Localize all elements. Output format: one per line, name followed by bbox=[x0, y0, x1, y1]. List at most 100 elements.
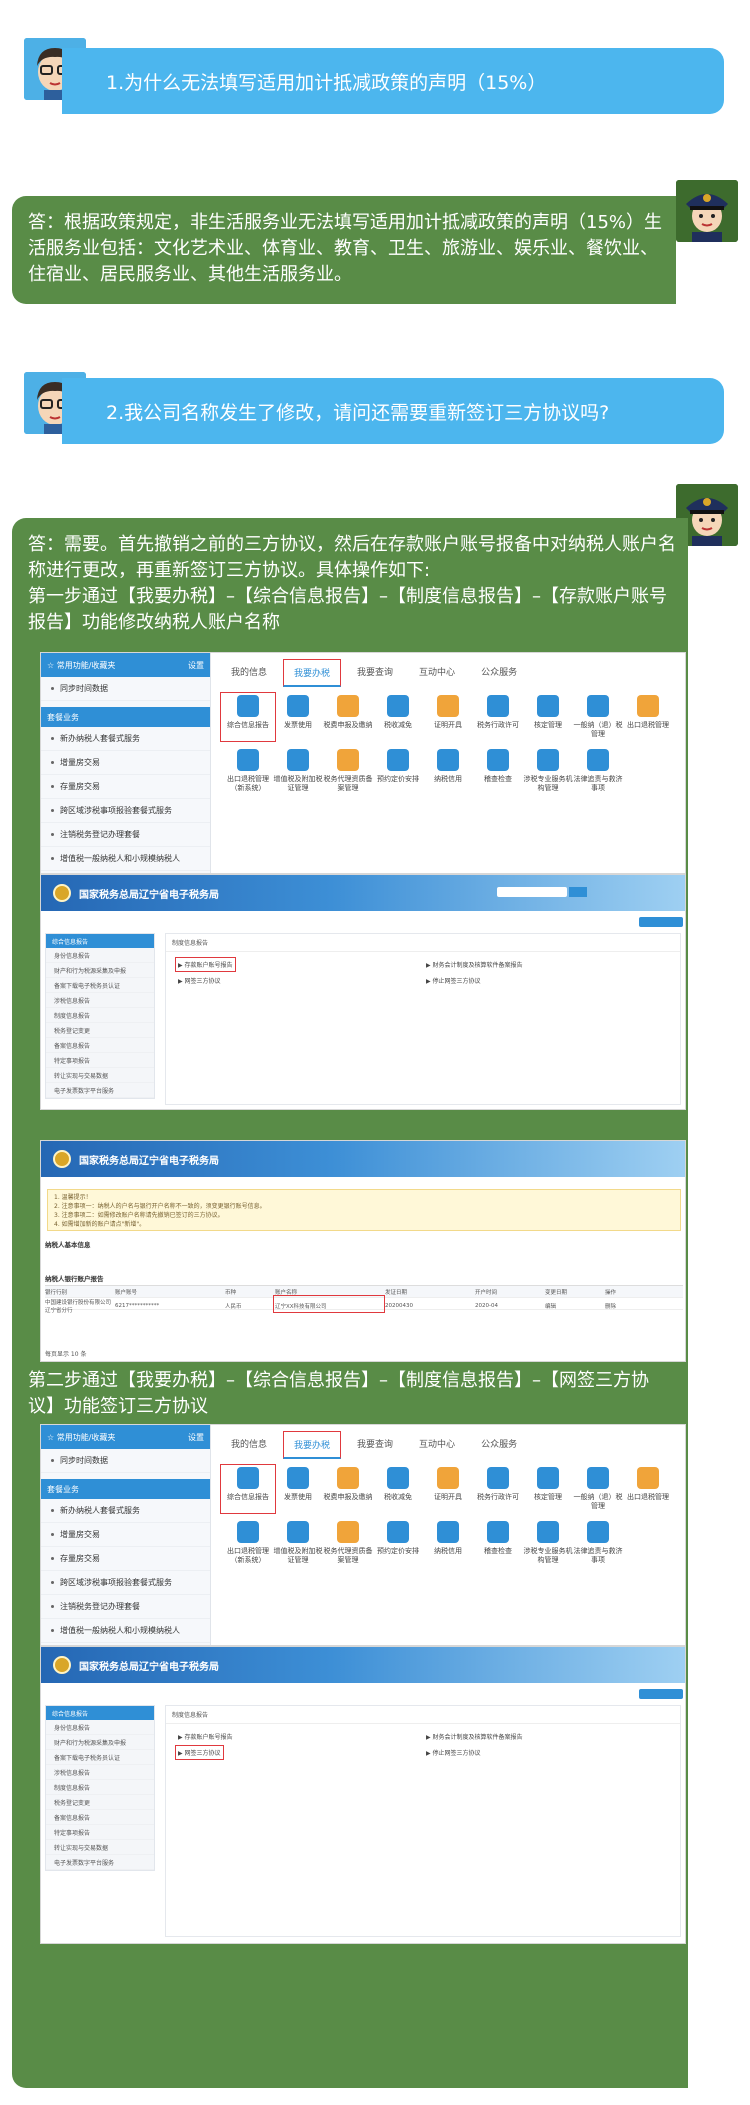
finance-system-report-link[interactable]: ▶ 财务会计制度及核算软件备案报告 bbox=[426, 960, 523, 969]
admin-permit-button[interactable]: 税务行政许可 bbox=[473, 695, 523, 739]
pricing-arrangement-button[interactable]: 预约定价安排 bbox=[373, 1521, 423, 1565]
tab-query[interactable]: 我要查询 bbox=[347, 1431, 403, 1459]
export-refund-new-button[interactable]: 出口退税管理（新系统） bbox=[223, 749, 273, 793]
certificate-button[interactable]: 证明开具 bbox=[423, 695, 473, 739]
inspection-button[interactable]: 稽查检查 bbox=[473, 749, 523, 793]
sidebar-item[interactable]: 注销税务登记办理套餐 bbox=[41, 823, 210, 847]
search-input[interactable] bbox=[497, 887, 567, 897]
refund-management-button[interactable]: 一般纳（退）税管理 bbox=[573, 1467, 623, 1511]
invoice-use-button[interactable]: 发票使用 bbox=[273, 695, 323, 739]
vat-certificate-button[interactable]: 增值税及附加税证管理 bbox=[273, 749, 323, 793]
left-menu-item[interactable]: 涉税信息报告 bbox=[46, 993, 154, 1008]
sidebar-item[interactable]: 注销税务登记办理套餐 bbox=[41, 1595, 210, 1619]
tax-declaration-button[interactable]: 税费申报及缴纳 bbox=[323, 1467, 373, 1511]
tax-reduction-button[interactable]: 税收减免 bbox=[373, 695, 423, 739]
tax-credit-button[interactable]: 纳税信用 bbox=[423, 1521, 473, 1565]
deposit-account-report-link[interactable]: ▶ 存款账户账号报告 bbox=[175, 957, 236, 972]
tab-query[interactable]: 我要查询 bbox=[347, 659, 403, 687]
tab-my-info[interactable]: 我的信息 bbox=[221, 1431, 277, 1459]
tab-interaction[interactable]: 互动中心 bbox=[409, 659, 465, 687]
tripartite-agreement-link[interactable]: ▶ 网签三方协议 bbox=[178, 976, 221, 985]
agent-qualification-button[interactable]: 税务代理资质备案管理 bbox=[323, 1521, 373, 1565]
stop-tripartite-agreement-link[interactable]: ▶ 停止网签三方协议 bbox=[426, 976, 481, 985]
sidebar-item[interactable]: 存量房交易 bbox=[41, 1547, 210, 1571]
sidebar-setting[interactable]: 设置 bbox=[188, 660, 204, 671]
refund-management-button[interactable]: 一般纳（退）税管理 bbox=[573, 695, 623, 739]
sidebar-item[interactable]: 增量房交易 bbox=[41, 1523, 210, 1547]
tax-reduction-button[interactable]: 税收减免 bbox=[373, 1467, 423, 1511]
export-refund-button[interactable]: 出口退税管理 bbox=[623, 695, 673, 739]
left-menu-item[interactable]: 制度信息报告 bbox=[46, 1780, 154, 1795]
sidebar-item[interactable]: 存量房交易 bbox=[41, 775, 210, 799]
finance-system-report-link[interactable]: ▶ 财务会计制度及核算软件备案报告 bbox=[426, 1732, 523, 1741]
sidebar-item[interactable]: 增量房交易 bbox=[41, 751, 210, 775]
sidebar-item[interactable]: 增值税一般纳税人和小规模纳税人 bbox=[41, 847, 210, 871]
left-menu-item[interactable]: 制度信息报告 bbox=[46, 1008, 154, 1023]
sidebar-setting[interactable]: 设置 bbox=[188, 1432, 204, 1443]
tab-public-service[interactable]: 公众服务 bbox=[471, 1431, 527, 1459]
tab-tax-handling[interactable]: 我要办税 bbox=[283, 659, 342, 687]
sidebar-item[interactable]: 增值税一般纳税人和小规模纳税人 bbox=[41, 1619, 210, 1643]
left-menu-item[interactable]: 转让实现与交易数据 bbox=[46, 1068, 154, 1083]
edit-link[interactable]: 编辑 bbox=[545, 1302, 605, 1310]
left-menu-item[interactable]: 涉税信息报告 bbox=[46, 1765, 154, 1780]
vat-certificate-button[interactable]: 增值税及附加税证管理 bbox=[273, 1521, 323, 1565]
legal-remedy-button[interactable]: 法律追责与救济事项 bbox=[573, 1521, 623, 1565]
left-menu-item[interactable]: 身份信息报告 bbox=[46, 948, 154, 963]
tab-tax-handling[interactable]: 我要办税 bbox=[283, 1431, 342, 1459]
tab-interaction[interactable]: 互动中心 bbox=[409, 1431, 465, 1459]
sidebar-item[interactable]: 同步时间数据 bbox=[41, 677, 210, 701]
comprehensive-report-button[interactable]: 综合信息报告 bbox=[220, 1464, 276, 1514]
stop-tripartite-agreement-link[interactable]: ▶ 停止网签三方协议 bbox=[426, 1748, 481, 1757]
verification-button[interactable]: 核定管理 bbox=[523, 1467, 573, 1511]
delete-link[interactable]: 删除 bbox=[605, 1302, 665, 1310]
export-refund-new-button[interactable]: 出口退税管理（新系统） bbox=[223, 1521, 273, 1565]
top-action-button[interactable] bbox=[639, 917, 683, 927]
export-refund-button[interactable]: 出口退税管理 bbox=[623, 1467, 673, 1511]
left-menu-item[interactable]: 身份信息报告 bbox=[46, 1720, 154, 1735]
sidebar-section[interactable]: 套餐业务 bbox=[41, 707, 210, 727]
inspection-button[interactable]: 稽查检查 bbox=[473, 1521, 523, 1565]
left-menu-item[interactable]: 税务登记变更 bbox=[46, 1795, 154, 1810]
left-menu-item[interactable]: 备案下载电子税务员认证 bbox=[46, 1750, 154, 1765]
certificate-button[interactable]: 证明开具 bbox=[423, 1467, 473, 1511]
left-menu-item[interactable]: 税务登记变更 bbox=[46, 1023, 154, 1038]
left-menu-item[interactable]: 电子发票数字平台服务 bbox=[46, 1855, 154, 1870]
left-menu-item[interactable]: 转让实现与交易数据 bbox=[46, 1840, 154, 1855]
agency-management-button[interactable]: 涉税专业服务机构管理 bbox=[523, 1521, 573, 1565]
search-button[interactable] bbox=[569, 887, 587, 897]
left-menu-item[interactable]: 备案下载电子税务员认证 bbox=[46, 978, 154, 993]
sidebar-item[interactable]: 同步时间数据 bbox=[41, 1449, 210, 1473]
tab-my-info[interactable]: 我的信息 bbox=[221, 659, 277, 687]
deposit-account-report-link[interactable]: ▶ 存款账户账号报告 bbox=[178, 1732, 233, 1741]
sidebar-section[interactable]: 套餐业务 bbox=[41, 1479, 210, 1499]
account-name-highlight bbox=[273, 1295, 385, 1313]
tripartite-agreement-link[interactable]: ▶ 网签三方协议 bbox=[175, 1745, 224, 1760]
sidebar-item[interactable]: 新办纳税人套餐式服务 bbox=[41, 1499, 210, 1523]
tab-public-service[interactable]: 公众服务 bbox=[471, 659, 527, 687]
tax-emblem-icon bbox=[53, 884, 71, 902]
verification-button[interactable]: 核定管理 bbox=[523, 695, 573, 739]
pricing-arrangement-button[interactable]: 预约定价安排 bbox=[373, 749, 423, 793]
left-menu-item[interactable]: 财产和行为税源采集及申报 bbox=[46, 963, 154, 978]
sidebar-item[interactable]: 跨区域涉税事项报验套餐式服务 bbox=[41, 799, 210, 823]
left-menu-item[interactable]: 特定事项报告 bbox=[46, 1825, 154, 1840]
agent-qualification-button[interactable]: 税务代理资质备案管理 bbox=[323, 749, 373, 793]
comprehensive-report-button[interactable]: 综合信息报告 bbox=[220, 692, 276, 742]
left-menu-item[interactable]: 财产和行为税源采集及申报 bbox=[46, 1735, 154, 1750]
sidebar-item[interactable]: 新办纳税人套餐式服务 bbox=[41, 727, 210, 751]
tax-credit-button[interactable]: 纳税信用 bbox=[423, 749, 473, 793]
faq-page: 1.为什么无法填写适用加计抵减政策的声明（15%） 答：根据政策规定，非生活服务… bbox=[0, 0, 750, 2105]
left-menu-item[interactable]: 备案信息报告 bbox=[46, 1810, 154, 1825]
tax-declaration-button[interactable]: 税费申报及缴纳 bbox=[323, 695, 373, 739]
pagination-footer: 每页显示 10 条 bbox=[45, 1351, 87, 1358]
left-menu-item[interactable]: 电子发票数字平台服务 bbox=[46, 1083, 154, 1098]
invoice-use-button[interactable]: 发票使用 bbox=[273, 1467, 323, 1511]
agency-management-button[interactable]: 涉税专业服务机构管理 bbox=[523, 749, 573, 793]
legal-remedy-button[interactable]: 法律追责与救济事项 bbox=[573, 749, 623, 793]
admin-permit-button[interactable]: 税务行政许可 bbox=[473, 1467, 523, 1511]
sidebar-item[interactable]: 跨区域涉税事项报验套餐式服务 bbox=[41, 1571, 210, 1595]
left-menu-item[interactable]: 备案信息报告 bbox=[46, 1038, 154, 1053]
left-menu-item[interactable]: 特定事项报告 bbox=[46, 1053, 154, 1068]
top-action-button[interactable] bbox=[639, 1689, 683, 1699]
